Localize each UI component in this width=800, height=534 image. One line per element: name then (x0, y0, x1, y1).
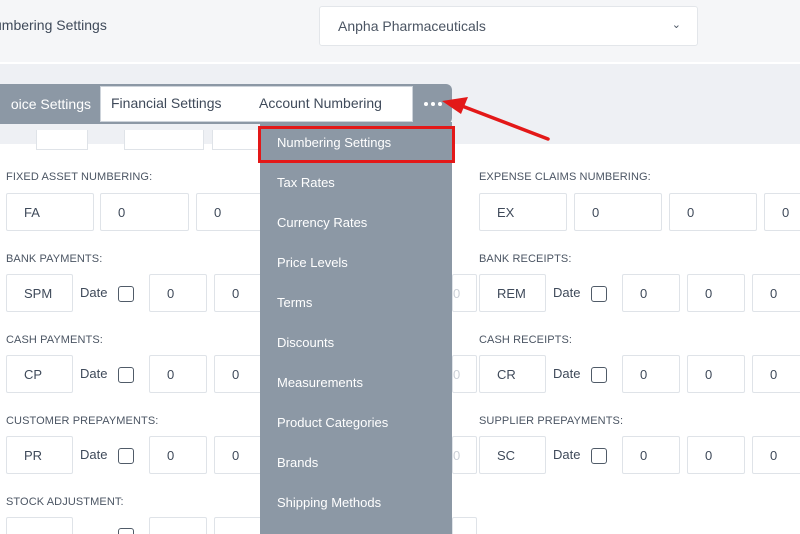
expense-claims-extra-input[interactable]: 0 (764, 193, 800, 231)
more-horizontal-icon (424, 102, 428, 106)
menu-item-brands[interactable]: Brands (277, 455, 318, 470)
stock-adjustment-digits-input[interactable] (214, 517, 264, 534)
company-select[interactable]: Anpha Pharmaceuticals ⌄ (319, 6, 698, 46)
tab-account-numbering[interactable]: Account Numbering (259, 95, 382, 111)
bank-receipts-date-label: Date (553, 285, 581, 300)
menu-item-terms[interactable]: Terms (277, 295, 312, 310)
menu-item-tax-rates[interactable]: Tax Rates (277, 175, 335, 190)
cash-payments-label: CASH PAYMENTS: (6, 334, 103, 346)
cash-receipts-start-input[interactable]: 0 (622, 355, 680, 393)
menu-item-price-levels[interactable]: Price Levels (277, 255, 348, 270)
cash-receipts-label: CASH RECEIPTS: (479, 334, 573, 346)
cash-payments-digits-input[interactable]: 0 (214, 355, 264, 393)
fixed-asset-digits-input[interactable]: 0 (196, 193, 266, 231)
field-stub (124, 130, 204, 150)
expense-claims-digits-input[interactable]: 0 (669, 193, 757, 231)
cash-receipts-date-label: Date (553, 366, 581, 381)
menu-item-measurements[interactable]: Measurements (277, 375, 363, 390)
bank-receipts-extra-input[interactable]: 0 (752, 274, 800, 312)
supplier-prepayments-date-checkbox[interactable] (591, 448, 607, 464)
bank-payments-date-label: Date (80, 285, 108, 300)
bank-receipts-digits-input[interactable]: 0 (687, 274, 745, 312)
bank-payments-prefix-input[interactable]: SPM (6, 274, 73, 312)
customer-prepayments-date-checkbox[interactable] (118, 448, 134, 464)
cash-receipts-extra-input[interactable]: 0 (752, 355, 800, 393)
customer-prepayments-label: CUSTOMER PREPAYMENTS: (6, 415, 159, 427)
cash-payments-date-label: Date (80, 366, 108, 381)
fixed-asset-prefix-input[interactable]: FA (6, 193, 94, 231)
cash-receipts-date-checkbox[interactable] (591, 367, 607, 383)
tab-financial-settings[interactable]: Financial Settings (111, 95, 222, 111)
field-stub (36, 130, 88, 150)
bank-receipts-hidden-input[interactable]: 0 (452, 274, 477, 312)
stock-adjustment-label: STOCK ADJUSTMENT: (6, 496, 124, 508)
company-select-value: Anpha Pharmaceuticals (338, 18, 486, 34)
more-dot (431, 102, 435, 106)
field-stub (212, 130, 262, 150)
supplier-prepayments-date-label: Date (553, 447, 581, 462)
bank-receipts-date-checkbox[interactable] (591, 286, 607, 302)
bank-payments-label: BANK PAYMENTS: (6, 253, 103, 265)
settings-dropdown-menu: Numbering Settings Tax Rates Currency Ra… (260, 122, 452, 534)
menu-item-shipping-methods[interactable]: Shipping Methods (277, 495, 381, 510)
bank-payments-date-checkbox[interactable] (118, 286, 134, 302)
stock-adjustment-prefix-input[interactable] (6, 517, 73, 534)
bank-payments-digits-input[interactable]: 0 (214, 274, 264, 312)
menu-item-product-categories[interactable]: Product Categories (277, 415, 388, 430)
bank-receipts-label: BANK RECEIPTS: (479, 253, 572, 265)
highlight-annotation (258, 126, 455, 163)
customer-prepayments-date-label: Date (80, 447, 108, 462)
bank-payments-start-input[interactable]: 0 (149, 274, 207, 312)
cash-receipts-hidden-input[interactable]: 0 (452, 355, 477, 393)
supplier-prepayments-prefix-input[interactable]: SC (479, 436, 546, 474)
cash-payments-start-input[interactable]: 0 (149, 355, 207, 393)
chevron-down-icon: ⌄ (671, 19, 681, 31)
cash-payments-date-checkbox[interactable] (118, 367, 134, 383)
stock-adjustment-hidden-input[interactable] (452, 517, 477, 534)
fixed-asset-start-input[interactable]: 0 (100, 193, 189, 231)
customer-prepayments-prefix-input[interactable]: PR (6, 436, 73, 474)
page-title: umbering Settings (0, 17, 107, 33)
supplier-prepayments-label: SUPPLIER PREPAYMENTS: (479, 415, 624, 427)
stock-adjustment-date-checkbox[interactable] (118, 528, 134, 534)
supplier-prepayments-hidden-input[interactable]: 0 (452, 436, 477, 474)
supplier-prepayments-digits-input[interactable]: 0 (687, 436, 745, 474)
supplier-prepayments-start-input[interactable]: 0 (622, 436, 680, 474)
cash-receipts-digits-input[interactable]: 0 (687, 355, 745, 393)
tab-invoice-settings[interactable]: oice Settings (0, 86, 100, 122)
fixed-asset-label: FIXED ASSET NUMBERING: (6, 171, 153, 183)
customer-prepayments-start-input[interactable]: 0 (149, 436, 207, 474)
menu-item-currency-rates[interactable]: Currency Rates (277, 215, 367, 230)
cash-payments-prefix-input[interactable]: CP (6, 355, 73, 393)
expense-claims-start-input[interactable]: 0 (574, 193, 662, 231)
stock-adjustment-start-input[interactable] (149, 517, 207, 534)
arrow-annotation-icon (442, 97, 550, 141)
menu-item-discounts[interactable]: Discounts (277, 335, 334, 350)
expense-claims-label: EXPENSE CLAIMS NUMBERING: (479, 171, 651, 183)
cash-receipts-prefix-input[interactable]: CR (479, 355, 546, 393)
supplier-prepayments-extra-input[interactable]: 0 (752, 436, 800, 474)
customer-prepayments-digits-input[interactable]: 0 (214, 436, 264, 474)
expense-claims-prefix-input[interactable]: EX (479, 193, 567, 231)
bank-receipts-prefix-input[interactable]: REM (479, 274, 546, 312)
bank-receipts-start-input[interactable]: 0 (622, 274, 680, 312)
